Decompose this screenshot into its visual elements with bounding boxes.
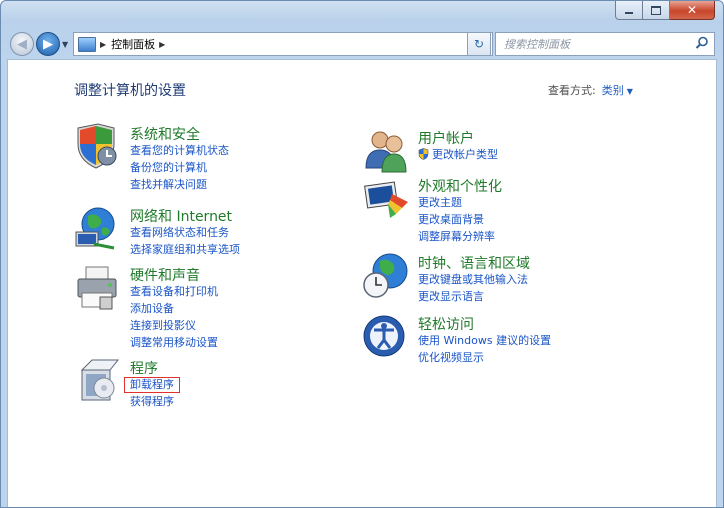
category-heading[interactable]: 时钟、语言和区域 — [418, 253, 530, 273]
link-uninstall-program[interactable]: 卸载程序 — [124, 377, 180, 393]
page-title: 调整计算机的设置 — [74, 83, 186, 99]
link-connect-projector[interactable]: 连接到投影仪 — [130, 317, 218, 334]
maximize-icon — [651, 5, 661, 15]
link-get-programs[interactable]: 获得程序 — [130, 393, 180, 410]
ease-of-access-icon[interactable] — [362, 312, 410, 360]
breadcrumb-control-panel[interactable]: 控制面板 — [111, 36, 155, 52]
back-arrow-icon: ◀ — [17, 36, 27, 52]
search-icon[interactable] — [695, 36, 709, 50]
system-security-shield-icon[interactable] — [74, 122, 122, 170]
breadcrumb-chevron-icon[interactable]: ▶ — [100, 40, 106, 49]
category-heading[interactable]: 外观和个性化 — [418, 176, 502, 196]
caption-buttons: ✕ — [615, 1, 715, 20]
link-adjust-resolution[interactable]: 调整屏幕分辨率 — [418, 228, 495, 245]
control-panel-window: ✕ ◀ ▶ ▼ ▶ 控制面板 ▶ ▼ ↻ 搜索控制面板 调整计算机的设置 查看方… — [0, 0, 724, 508]
link-view-computer-status[interactable]: 查看您的计算机状态 — [130, 142, 229, 159]
category-heading[interactable]: 硬件和声音 — [130, 265, 200, 285]
link-add-device[interactable]: 添加设备 — [130, 300, 218, 317]
printer-icon[interactable] — [74, 263, 122, 311]
link-change-keyboard[interactable]: 更改键盘或其他输入法 — [418, 271, 528, 288]
refresh-button[interactable]: ↻ — [467, 32, 491, 56]
link-backup-computer[interactable]: 备份您的计算机 — [130, 159, 229, 176]
link-mobility-settings[interactable]: 调整常用移动设置 — [130, 334, 218, 351]
control-panel-icon — [78, 36, 96, 52]
view-by: 查看方式: 类别 ▼ — [548, 82, 633, 98]
forward-button[interactable]: ▶ — [36, 32, 60, 56]
address-bar[interactable]: ▶ 控制面板 ▶ ▼ — [73, 32, 493, 56]
close-icon: ✕ — [686, 3, 698, 17]
link-recommended-settings[interactable]: 使用 Windows 建议的设置 — [418, 332, 551, 349]
control-panel-content: 调整计算机的设置 查看方式: 类别 ▼ 系统和安全 查看您的计算机状态 备份您的计算… — [7, 59, 717, 507]
network-globe-icon[interactable] — [74, 204, 122, 252]
link-troubleshoot[interactable]: 查找并解决问题 — [130, 176, 229, 193]
link-change-display-language[interactable]: 更改显示语言 — [418, 288, 528, 305]
search-placeholder: 搜索控制面板 — [504, 38, 570, 51]
link-optimize-video-display[interactable]: 优化视频显示 — [418, 349, 551, 366]
view-by-dropdown[interactable]: 类别 — [602, 84, 624, 97]
minimize-icon — [625, 12, 633, 14]
clock-globe-icon[interactable] — [362, 251, 410, 299]
forward-arrow-icon: ▶ — [43, 36, 53, 52]
link-change-account-type[interactable]: 更改帐户类型 — [418, 146, 498, 163]
link-label: 更改帐户类型 — [432, 148, 498, 161]
category-heading[interactable]: 程序 — [130, 358, 158, 378]
minimize-button[interactable] — [615, 1, 643, 20]
search-input[interactable]: 搜索控制面板 — [495, 32, 715, 56]
link-change-desktop-background[interactable]: 更改桌面背景 — [418, 211, 495, 228]
breadcrumb-chevron-icon[interactable]: ▶ — [159, 40, 165, 49]
back-button[interactable]: ◀ — [10, 32, 34, 56]
link-change-theme[interactable]: 更改主题 — [418, 194, 495, 211]
link-devices-printers[interactable]: 查看设备和打印机 — [130, 283, 218, 300]
uac-shield-icon — [418, 148, 429, 160]
category-heading[interactable]: 系统和安全 — [130, 124, 200, 144]
users-icon[interactable] — [362, 126, 410, 174]
close-button[interactable]: ✕ — [670, 1, 715, 20]
recent-pages-dropdown[interactable]: ▼ — [62, 40, 68, 49]
category-heading[interactable]: 轻松访问 — [418, 314, 474, 334]
link-homegroup-sharing[interactable]: 选择家庭组和共享选项 — [130, 241, 240, 258]
maximize-button[interactable] — [643, 1, 670, 20]
link-network-status[interactable]: 查看网络状态和任务 — [130, 224, 240, 241]
category-heading[interactable]: 用户帐户 — [418, 128, 474, 148]
chevron-down-icon[interactable]: ▼ — [627, 87, 633, 96]
appearance-monitor-icon[interactable] — [362, 174, 410, 222]
refresh-icon: ↻ — [473, 37, 485, 51]
category-heading[interactable]: 网络和 Internet — [130, 206, 232, 226]
view-by-label: 查看方式: — [548, 84, 596, 97]
programs-box-icon[interactable] — [74, 356, 122, 404]
